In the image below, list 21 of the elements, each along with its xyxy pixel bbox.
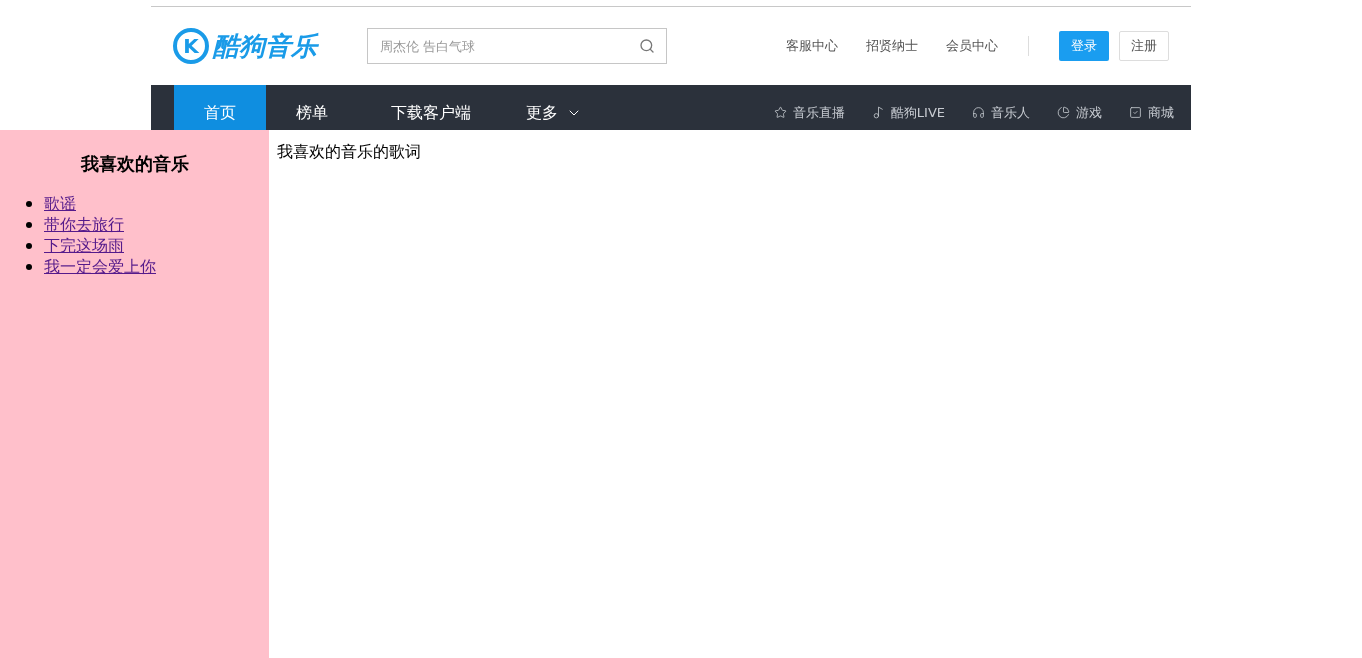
top-link[interactable]: 客服中心 xyxy=(786,36,838,56)
top-link[interactable]: 会员中心 xyxy=(946,36,998,56)
search-field[interactable]: 周杰伦 告白气球 xyxy=(367,28,667,64)
register-button[interactable]: 注册 xyxy=(1119,31,1169,61)
lyrics-text: 我喜欢的音乐的歌词 xyxy=(277,141,421,163)
nav-link[interactable]: 酷狗LIVE xyxy=(871,102,945,123)
nav-tab[interactable]: 榜单 xyxy=(266,85,358,130)
nav-link[interactable]: 音乐直播 xyxy=(773,102,845,123)
nav-link[interactable]: 音乐人 xyxy=(972,102,1030,123)
nav-link[interactable]: 商城 xyxy=(1129,102,1174,123)
nav-link-label: 酷狗LIVE xyxy=(890,103,945,122)
nav-tab[interactable]: 下载客户端 xyxy=(358,85,504,130)
nav-link-label: 游戏 xyxy=(1076,103,1102,122)
nav-link[interactable]: 游戏 xyxy=(1057,102,1102,123)
top-link[interactable]: 招贤纳士 xyxy=(866,36,918,56)
sidebar-title: 我喜欢的音乐 xyxy=(79,152,190,176)
nav-link-label: 音乐直播 xyxy=(792,103,845,122)
nav-link-label: 音乐人 xyxy=(991,103,1030,122)
nav-link-label: 商城 xyxy=(1148,103,1174,122)
nav-tab[interactable]: 首页 xyxy=(174,85,266,130)
nav-tab[interactable]: 更多 xyxy=(504,85,604,130)
